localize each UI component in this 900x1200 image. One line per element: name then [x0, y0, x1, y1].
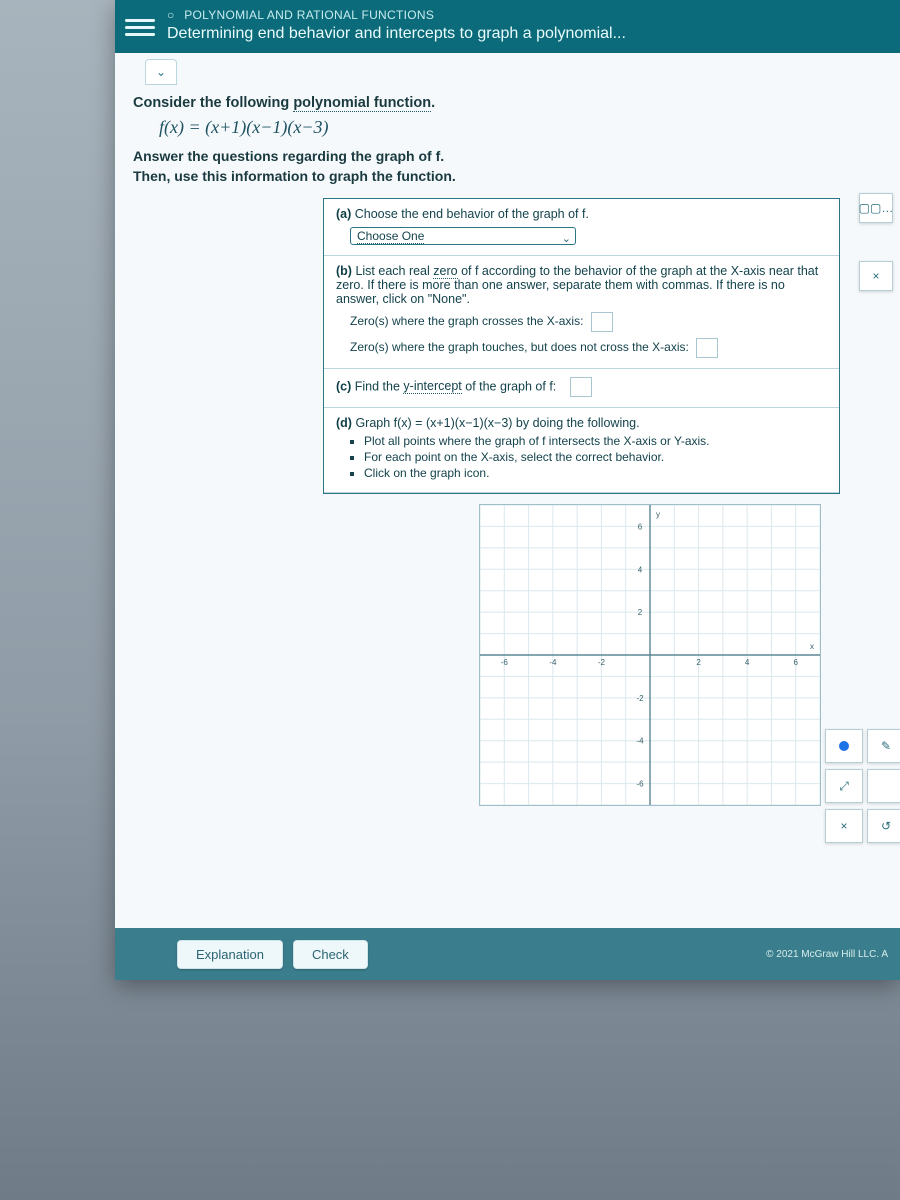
- svg-text:4: 4: [744, 658, 749, 667]
- zero-link[interactable]: zero: [433, 264, 457, 279]
- svg-text:y: y: [656, 510, 660, 519]
- svg-text:-2: -2: [636, 694, 644, 703]
- main: Consider the following polynomial functi…: [115, 85, 900, 806]
- tab-chevron[interactable]: ⌄: [145, 59, 177, 85]
- check-button[interactable]: Check: [293, 940, 368, 969]
- segment-tool[interactable]: ✎: [867, 729, 900, 763]
- part-c: (c) Find the y-intercept of the graph of…: [324, 369, 839, 408]
- svg-text:6: 6: [637, 522, 642, 531]
- c-pre: Find the: [351, 379, 403, 393]
- a-text: Choose the end behavior of the graph of …: [351, 207, 589, 221]
- segment-icon: ✎: [881, 739, 891, 753]
- calculator-button[interactable]: ▢▢…: [859, 193, 893, 223]
- b-text1: List each real: [352, 264, 433, 278]
- polynomial-function-link[interactable]: polynomial function: [293, 95, 431, 112]
- end-behavior-select[interactable]: Choose One ⌄: [350, 227, 576, 245]
- delete-tool[interactable]: ×: [825, 809, 863, 843]
- explanation-button[interactable]: Explanation: [177, 940, 283, 969]
- svg-text:2: 2: [637, 608, 642, 617]
- y-intercept-input[interactable]: [570, 377, 592, 397]
- crosses-label: Zero(s) where the graph crosses the X-ax…: [350, 314, 583, 328]
- svg-text:-6: -6: [500, 658, 508, 667]
- b-label: (b): [336, 264, 352, 278]
- graph-area: -6 -4 -2 2 4 6 -6 -4 -2 2 4 6 y x: [323, 504, 840, 806]
- question-panel: ▢▢… × (a) Choose the end behavior of the…: [323, 198, 840, 494]
- y-intercept-link[interactable]: y-intercept: [403, 379, 461, 394]
- svg-text:-4: -4: [549, 658, 557, 667]
- touches-label: Zero(s) where the graph touches, but doe…: [350, 340, 689, 354]
- svg-text:4: 4: [637, 565, 642, 574]
- topbar: ○ POLYNOMIAL AND RATIONAL FUNCTIONS Dete…: [115, 0, 900, 53]
- footer: Explanation Check © 2021 McGraw Hill LLC…: [115, 928, 900, 980]
- d-bullet-1: Plot all points where the graph of f int…: [364, 434, 827, 448]
- instr-line2: Then, use this information to graph the …: [133, 168, 900, 184]
- d-label: (d): [336, 416, 352, 430]
- consider-text: Consider the following: [133, 95, 293, 111]
- graph-canvas[interactable]: -6 -4 -2 2 4 6 -6 -4 -2 2 4 6 y x: [479, 504, 821, 806]
- crosses-input[interactable]: [591, 312, 613, 332]
- aleks-window: ○ POLYNOMIAL AND RATIONAL FUNCTIONS Dete…: [115, 0, 900, 980]
- point-tool[interactable]: [825, 729, 863, 763]
- point-icon: [839, 741, 849, 751]
- part-b: (b) List each real zero of f according t…: [324, 256, 839, 369]
- bullet-icon: ○: [167, 8, 175, 22]
- calc-icon: ▢▢…: [859, 201, 894, 215]
- svg-text:2: 2: [696, 658, 701, 667]
- close-button[interactable]: ×: [859, 261, 893, 291]
- svg-text:x: x: [810, 642, 814, 651]
- reset-icon: ↺: [881, 819, 891, 833]
- category-label: POLYNOMIAL AND RATIONAL FUNCTIONS: [184, 8, 434, 22]
- d-bullet-3: Click on the graph icon.: [364, 466, 827, 480]
- chevron-down-icon: ⌄: [562, 232, 571, 245]
- menu-icon[interactable]: [125, 12, 155, 42]
- zoom-tool[interactable]: ⤢: [825, 769, 863, 803]
- subtabs: ⌄: [115, 53, 900, 85]
- reset-tool[interactable]: ↺: [867, 809, 900, 843]
- function-definition: f(x) = (x+1)(x−1)(x−3): [159, 117, 900, 138]
- a-label: (a): [336, 207, 351, 221]
- close-icon: ×: [872, 269, 879, 283]
- graph-toolbar: ✎ ⤢ × ↺: [825, 729, 900, 843]
- chevron-down-icon: ⌄: [156, 65, 166, 79]
- d-text: Graph f(x) = (x+1)(x−1)(x−3) by doing th…: [352, 416, 640, 430]
- copyright: © 2021 McGraw Hill LLC. A: [766, 949, 888, 960]
- zoom-icon: ⤢: [839, 779, 849, 794]
- part-a: (a) Choose the end behavior of the graph…: [324, 199, 839, 256]
- choose-one-label: Choose One: [357, 229, 424, 244]
- svg-text:-2: -2: [597, 658, 605, 667]
- d-bullet-2: For each point on the X-axis, select the…: [364, 450, 827, 464]
- touches-input[interactable]: [696, 338, 718, 358]
- subtitle-label: Determining end behavior and intercepts …: [167, 25, 626, 43]
- svg-text:-6: -6: [636, 780, 644, 789]
- x-icon: ×: [840, 819, 847, 833]
- svg-text:-4: -4: [636, 737, 644, 746]
- c-post: of the graph of f:: [462, 379, 557, 393]
- c-label: (c): [336, 379, 351, 393]
- svg-text:6: 6: [793, 658, 798, 667]
- empty-tool[interactable]: [867, 769, 900, 803]
- instr-line1: Answer the questions regarding the graph…: [133, 148, 900, 164]
- part-d: (d) Graph f(x) = (x+1)(x−1)(x−3) by doin…: [324, 408, 839, 493]
- period: .: [431, 95, 435, 111]
- title-block: ○ POLYNOMIAL AND RATIONAL FUNCTIONS Dete…: [167, 6, 626, 43]
